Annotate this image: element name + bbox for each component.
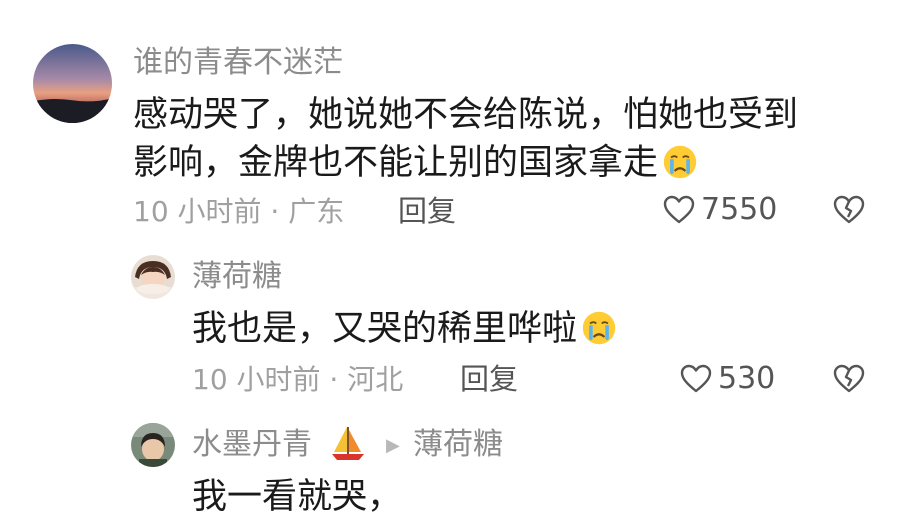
comment-username[interactable]: 谁的青春不迷茫 — [133, 48, 343, 78]
comment-text-line: 感动哭了，她说她不会给陈说，怕她也受到 — [133, 95, 799, 135]
broken-heart-icon — [833, 364, 865, 393]
reply-text: 我也是，又哭的稀里哗啦 — [192, 309, 578, 349]
crying-face-icon — [663, 145, 697, 179]
like-button[interactable]: 530 — [680, 364, 775, 394]
crying-face-icon — [582, 311, 616, 345]
reply-username[interactable]: 水墨丹青 — [192, 430, 312, 460]
reply-to-username[interactable]: 薄荷糖 — [413, 430, 503, 460]
sunset-avatar-image — [33, 44, 112, 123]
like-count: 530 — [718, 361, 776, 396]
broken-heart-icon — [833, 195, 865, 224]
comment-time-location: 10 小时前 · 广东 — [133, 195, 345, 228]
reply-username[interactable]: 薄荷糖 — [192, 262, 282, 292]
heart-outline-icon — [663, 195, 695, 224]
boy-avatar-image — [131, 423, 175, 467]
reply-text: 我一看就哭， — [192, 477, 403, 517]
avatar-sunset[interactable] — [33, 44, 112, 123]
comment-section: 谁的青春不迷茫 感动哭了，她说她不会给陈说，怕她也受到 影响，金牌也不能让别的国… — [0, 0, 900, 524]
avatar-girl[interactable] — [131, 255, 175, 299]
reply-text-line-with-emoji: 我也是，又哭的稀里哗啦 — [192, 304, 617, 354]
reply-button[interactable]: 回复 — [460, 365, 518, 394]
sailboat-icon — [332, 427, 364, 460]
girl-avatar-image — [131, 255, 175, 299]
reply-button[interactable]: 回复 — [398, 197, 456, 226]
like-button[interactable]: 7550 — [663, 195, 777, 225]
dislike-button[interactable] — [833, 364, 865, 398]
avatar-boy[interactable] — [131, 423, 175, 467]
comment-text: 影响，金牌也不能让别的国家拿走 — [133, 143, 659, 183]
comment-text-line-with-emoji: 影响，金牌也不能让别的国家拿走 — [133, 138, 698, 188]
reply-time-location: 10 小时前 · 河北 — [192, 363, 404, 396]
heart-outline-icon — [680, 364, 712, 393]
like-count: 7550 — [701, 192, 778, 227]
play-arrow-icon: ▶ — [386, 435, 400, 456]
dislike-button[interactable] — [833, 195, 865, 229]
